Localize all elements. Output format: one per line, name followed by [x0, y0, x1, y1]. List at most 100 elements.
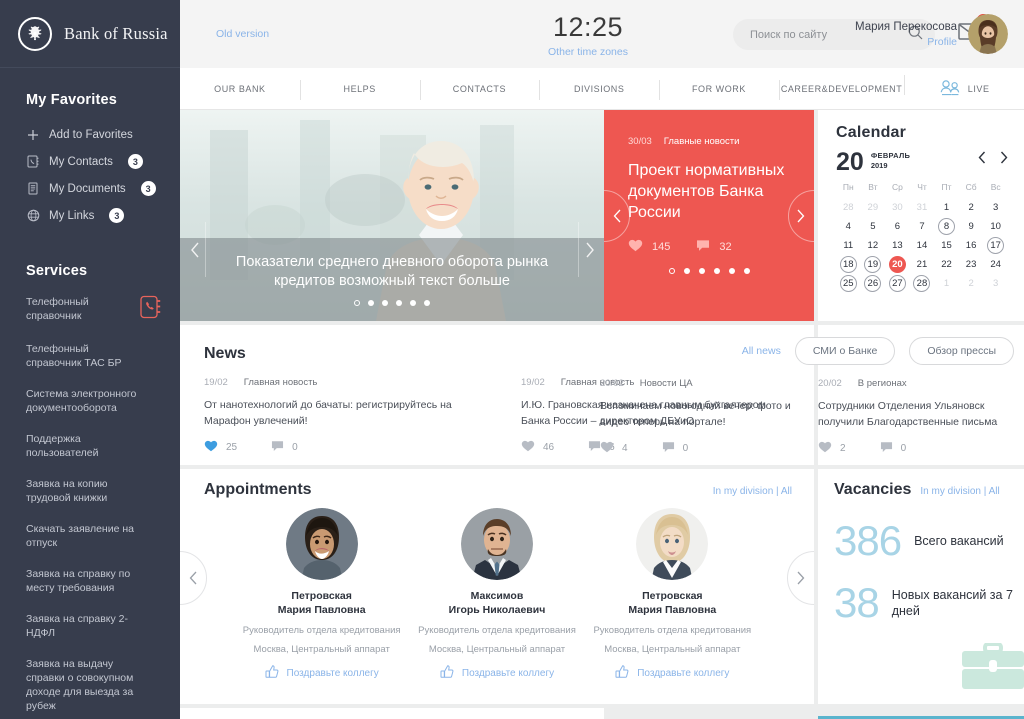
congratulate-button[interactable]: Поздравьте коллегу: [265, 665, 379, 682]
calendar-day[interactable]: 20: [888, 256, 906, 273]
calendar-cell: 6: [885, 216, 910, 235]
calendar-day[interactable]: 8: [938, 218, 956, 235]
vacancies-filter-links[interactable]: In my division | All: [920, 486, 999, 497]
news-like-stat[interactable]: 46: [521, 440, 554, 455]
calendar-day[interactable]: 23: [963, 256, 980, 273]
news-like-stat[interactable]: 2: [818, 441, 846, 456]
featured-like-stat[interactable]: 145: [628, 239, 670, 255]
news-like-stat[interactable]: 25: [204, 440, 237, 455]
calendar-day[interactable]: 18: [839, 256, 857, 273]
avatar[interactable]: [968, 14, 1008, 54]
calendar-day[interactable]: 25: [839, 275, 857, 292]
sidebar-service-vacation-application[interactable]: Скачать заявление на отпуск: [0, 522, 180, 550]
sidebar-service-phone-directory-tas[interactable]: Телефонный справочник ТАС БР: [0, 342, 180, 370]
nav-item-helps[interactable]: HELPS: [299, 78, 420, 100]
nav-item-career-development[interactable]: CAREER&DEVELOPMENT: [778, 78, 904, 100]
sidebar-service-certificate-2ndfl[interactable]: Заявка на справку 2-НДФЛ: [0, 612, 180, 640]
all-news-link[interactable]: All news: [742, 345, 781, 357]
calendar-day[interactable]: 28: [913, 275, 931, 292]
appointment-location: Москва, Центральный аппарат: [428, 644, 566, 655]
calendar-cell: 7: [910, 216, 935, 235]
sidebar-service-edms[interactable]: Система электронного документооборота: [0, 387, 180, 415]
sidebar-item-my-documents[interactable]: My Documents 3: [0, 175, 180, 202]
hero-dot[interactable]: [424, 300, 430, 306]
appointment-location: Москва, Центральный аппарат: [604, 644, 741, 655]
news-comment-stat[interactable]: 0: [271, 440, 298, 455]
news-text[interactable]: От нанотехнологий до бачаты: регистрируй…: [204, 397, 475, 429]
sidebar-service-workbook-copy[interactable]: Заявка на копию трудовой книжки: [0, 477, 180, 505]
calendar-day[interactable]: 1: [938, 199, 955, 216]
calendar-day[interactable]: 11: [840, 237, 857, 254]
service-label: Заявка на справку 2-НДФЛ: [26, 613, 128, 639]
woman-blonde-avatar: [636, 508, 709, 580]
featured-dot[interactable]: [728, 268, 735, 274]
nav-item-contacts[interactable]: CONTACTS: [419, 78, 540, 100]
hero-dot[interactable]: [382, 300, 388, 306]
profile-link[interactable]: Profile: [855, 36, 957, 48]
news-text[interactable]: Вспоминаем новогодний вечер: фото и виде…: [600, 398, 810, 430]
hero-dot[interactable]: [354, 300, 360, 306]
calendar-day[interactable]: 2: [963, 199, 980, 216]
calendar-day[interactable]: 19: [864, 256, 882, 273]
sidebar-service-income-certificate-abroad[interactable]: Заявка на выдачу справки о совокупном до…: [0, 657, 180, 713]
featured-comment-stat[interactable]: 32: [696, 239, 732, 255]
sidebar-item-add-to-favorites[interactable]: Add to Favorites: [0, 122, 180, 148]
sidebar-service-user-support[interactable]: Поддержка пользователей: [0, 432, 180, 460]
featured-news-category: Главные новости: [663, 136, 740, 147]
calendar-day[interactable]: 5: [864, 218, 881, 235]
nav-item-our-bank[interactable]: OUR BANK: [180, 78, 300, 100]
featured-dot[interactable]: [713, 268, 720, 274]
congratulate-button[interactable]: Поздравьте коллегу: [440, 665, 554, 682]
featured-dot[interactable]: [668, 268, 675, 274]
calendar-day[interactable]: 14: [913, 237, 930, 254]
news-comment-stat[interactable]: 0: [880, 441, 906, 456]
nav-item-live[interactable]: LIVE: [904, 73, 1024, 104]
calendar-day[interactable]: 26: [864, 275, 882, 292]
smi-about-bank-button[interactable]: СМИ о Банке: [794, 337, 896, 365]
old-version-link[interactable]: Old version: [216, 28, 269, 40]
news-comment-stat[interactable]: 0: [662, 441, 688, 456]
calendar-next-button[interactable]: [1000, 151, 1008, 166]
calendar-day[interactable]: 10: [987, 218, 1004, 235]
hero-dot[interactable]: [368, 300, 374, 306]
sidebar-item-my-links[interactable]: My Links 3: [0, 202, 180, 229]
hero-dot[interactable]: [410, 300, 416, 306]
other-time-zones-link[interactable]: Other time zones: [498, 46, 678, 58]
appointments-filter-links[interactable]: In my division | All: [713, 486, 792, 497]
calendar-cell: 4: [836, 216, 861, 235]
service-label: Система электронного документооборота: [26, 388, 137, 414]
calendar-day[interactable]: 22: [938, 256, 955, 273]
calendar-day[interactable]: 7: [913, 218, 930, 235]
hero-dot[interactable]: [396, 300, 402, 306]
calendar-day[interactable]: 15: [938, 237, 955, 254]
calendar-day[interactable]: 12: [864, 237, 881, 254]
calendar-day[interactable]: 13: [889, 237, 906, 254]
calendar-day[interactable]: 9: [963, 218, 980, 235]
sidebar-item-my-contacts[interactable]: My Contacts 3: [0, 148, 180, 175]
featured-dot[interactable]: [743, 268, 750, 274]
featured-dot[interactable]: [683, 268, 690, 274]
calendar-day[interactable]: 16: [963, 237, 980, 254]
calendar-day[interactable]: 6: [889, 218, 906, 235]
congratulate-button[interactable]: Поздравьте коллегу: [615, 665, 729, 682]
hero-prev-button[interactable]: [184, 222, 206, 277]
press-review-button[interactable]: Обзор прессы: [909, 337, 1014, 365]
news-text[interactable]: Сотрудники Отделения Ульяновск получили …: [818, 398, 1018, 430]
brand-header[interactable]: Bank of Russia: [0, 0, 180, 68]
nav-item-for-work[interactable]: FOR WORK: [659, 78, 779, 100]
news-like-stat[interactable]: 4: [600, 441, 628, 456]
featured-dot[interactable]: [698, 268, 705, 274]
vacancies-header: Vacancies In my division | All: [834, 481, 1024, 499]
featured-news-title[interactable]: Проект нормативных документов Банка Росс…: [628, 160, 790, 223]
calendar-day[interactable]: 4: [840, 218, 857, 235]
calendar-day[interactable]: 21: [913, 256, 930, 273]
calendar-day[interactable]: 3: [987, 199, 1004, 216]
calendar-prev-button[interactable]: [978, 151, 986, 166]
calendar-day[interactable]: 24: [987, 256, 1004, 273]
hero-next-button[interactable]: [578, 222, 600, 277]
nav-item-divisions[interactable]: DIVISIONS: [539, 78, 659, 100]
calendar-day[interactable]: 27: [888, 275, 906, 292]
calendar-day[interactable]: 17: [987, 237, 1005, 254]
sidebar-service-certificate-on-demand[interactable]: Заявка на справку по месту требования: [0, 567, 180, 595]
sidebar-service-phone-directory[interactable]: Телефонный справочник: [0, 295, 180, 325]
